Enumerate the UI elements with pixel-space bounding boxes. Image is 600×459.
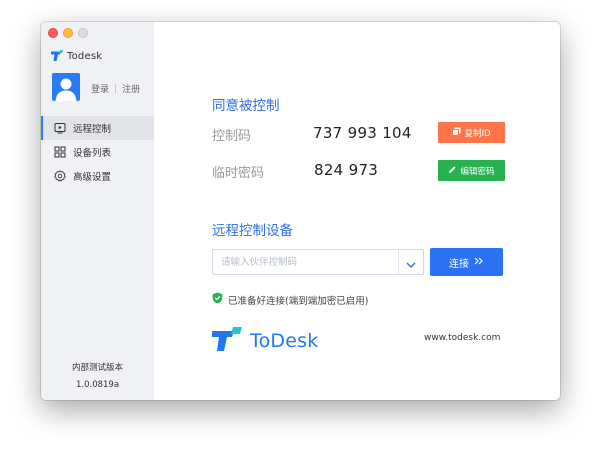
history-dropdown-button[interactable] [398, 250, 423, 274]
brand: Todesk [51, 47, 102, 66]
sidebar-item-advanced-settings[interactable]: 高级设置 [41, 164, 154, 188]
partner-code-input[interactable] [213, 250, 398, 274]
minimize-window-button[interactable] [63, 28, 73, 38]
sidebar-item-device-list[interactable]: 设备列表 [41, 140, 154, 164]
footer-logo: ToDesk [212, 327, 318, 355]
edit-password-label: 编辑密码 [460, 166, 495, 177]
sidebar-item-label: 设备列表 [73, 148, 112, 159]
temp-password-value: 824 973 [314, 161, 379, 179]
version-label: 内部测试版本 [71, 363, 123, 373]
auth-links: 登录 | 注册 [91, 82, 140, 96]
double-chevron-right-icon [474, 257, 484, 268]
partner-code-field [212, 249, 424, 275]
sidebar-item-label: 高级设置 [73, 172, 112, 183]
main-panel: 同意被控制 控制码 737 993 104 复制ID 临时密码 824 973 … [154, 22, 560, 400]
sidebar: Todesk 登录 | 注册 远程控制 设备列表 高级设置 内部测试版本 1.0… [41, 22, 154, 400]
chevron-down-icon [406, 253, 416, 272]
shield-check-icon [212, 292, 223, 307]
window-controls [48, 28, 88, 38]
sidebar-item-label: 远程控制 [73, 124, 112, 135]
allow-control-title: 同意被控制 [212, 98, 280, 114]
user-avatar-icon [55, 78, 77, 101]
auth-separator: | [114, 83, 118, 94]
control-code-label: 控制码 [212, 129, 252, 144]
gear-icon [54, 170, 66, 182]
status-text: 已准备好连接(端到端加密已启用) [228, 295, 369, 307]
footer-logo-text: ToDesk [250, 330, 319, 352]
pencil-icon [448, 165, 457, 177]
avatar[interactable] [52, 73, 80, 101]
remote-control-icon [54, 122, 66, 134]
sidebar-nav: 远程控制 设备列表 高级设置 [41, 116, 154, 188]
register-link[interactable]: 注册 [122, 82, 140, 95]
copy-id-label: 复制ID [464, 128, 491, 139]
maximize-window-button[interactable] [78, 28, 88, 38]
login-link[interactable]: 登录 [91, 82, 109, 95]
copy-icon [452, 127, 461, 139]
sidebar-item-remote-control[interactable]: 远程控制 [41, 116, 154, 140]
edit-password-button[interactable]: 编辑密码 [438, 160, 505, 181]
version-number: 1.0.0819a [75, 380, 120, 390]
remote-control-title: 远程控制设备 [212, 223, 293, 239]
app-title: Todesk [67, 51, 103, 62]
todesk-logo-icon [51, 47, 63, 66]
connection-status: 已准备好连接(端到端加密已启用) [212, 292, 368, 307]
temp-password-label: 临时密码 [212, 166, 265, 181]
website-link[interactable]: www.todesk.com [424, 333, 500, 343]
app-window: Todesk 登录 | 注册 远程控制 设备列表 高级设置 内部测试版本 1.0… [41, 22, 560, 400]
copy-id-button[interactable]: 复制ID [438, 122, 505, 143]
todesk-logo-icon [212, 327, 242, 355]
connect-button[interactable]: 连接 [430, 248, 503, 276]
control-code-value: 737 993 104 [313, 124, 412, 142]
close-window-button[interactable] [48, 28, 58, 38]
device-grid-icon [54, 146, 66, 158]
connect-label: 连接 [449, 258, 469, 270]
